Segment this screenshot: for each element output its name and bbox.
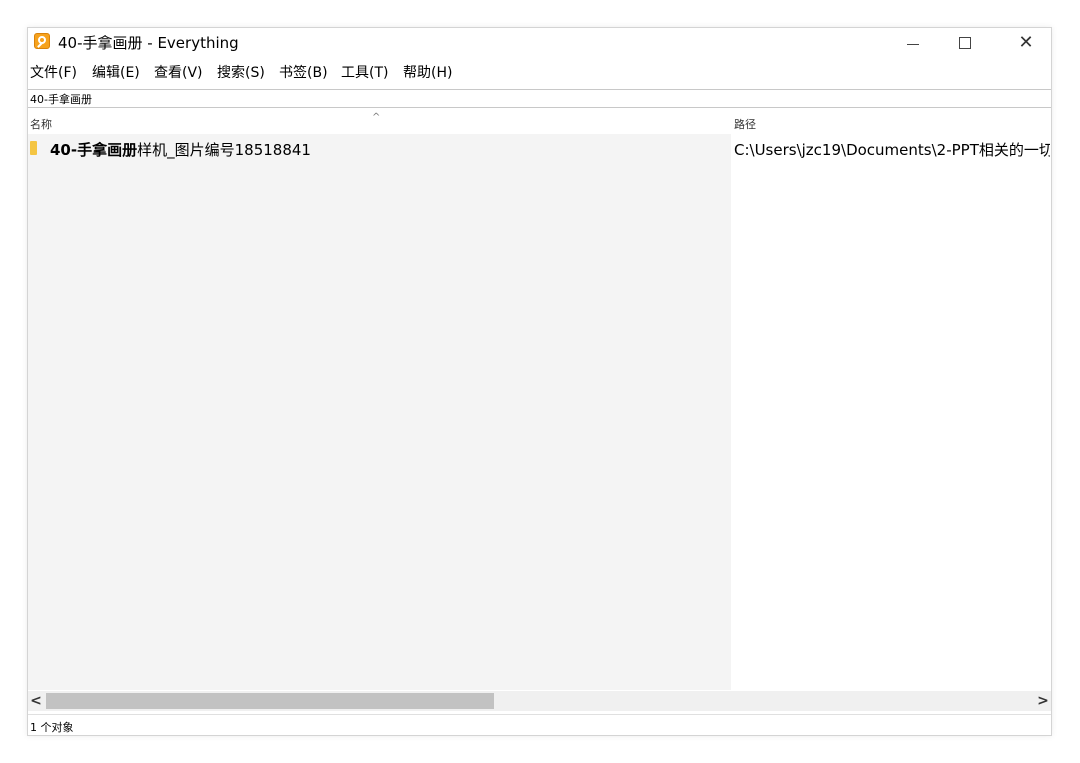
- column-header-path[interactable]: 路径: [734, 116, 756, 132]
- sort-ascending-icon: ^: [372, 112, 381, 123]
- minimize-icon: [907, 43, 919, 45]
- everything-search-icon: [34, 33, 50, 49]
- maximize-button[interactable]: [942, 28, 988, 58]
- menu-edit[interactable]: 编辑(E): [92, 62, 140, 82]
- result-path: C:\Users\jzc19\Documents\2-PPT相关的一切: [734, 141, 1050, 159]
- menu-tools[interactable]: 工具(T): [341, 62, 388, 82]
- scrollbar-thumb[interactable]: [46, 693, 494, 709]
- menu-view[interactable]: 查看(V): [154, 62, 203, 82]
- scroll-left-arrow-icon[interactable]: <: [28, 691, 44, 711]
- name-column-background: [28, 134, 731, 690]
- minimize-button[interactable]: [890, 28, 936, 58]
- result-name-rest: 样机_图片编号18518841: [137, 141, 311, 159]
- menu-file[interactable]: 文件(F): [30, 62, 77, 82]
- result-name: 40-手拿画册样机_图片编号18518841: [50, 139, 311, 160]
- maximize-icon: [959, 37, 971, 49]
- path-column-background: [731, 134, 1051, 690]
- folder-icon: [30, 141, 37, 155]
- column-header: 名称 ^ 路径: [28, 110, 1051, 134]
- title-bar[interactable]: 40-手拿画册 - Everything ✕: [28, 28, 1051, 58]
- search-input[interactable]: [30, 90, 930, 107]
- horizontal-scrollbar[interactable]: < >: [28, 691, 1051, 711]
- search-bar: [28, 89, 1051, 108]
- close-button[interactable]: ✕: [1003, 28, 1049, 58]
- column-header-name[interactable]: 名称: [30, 116, 52, 132]
- status-count: 1 个对象: [30, 721, 74, 734]
- menu-bookmarks[interactable]: 书签(B): [279, 62, 328, 82]
- everything-window: 40-手拿画册 - Everything ✕ 文件(F) 编辑(E) 查看(V)…: [27, 27, 1052, 736]
- menu-help[interactable]: 帮助(H): [403, 62, 452, 82]
- status-bar: 1 个对象: [28, 714, 1051, 735]
- menu-search[interactable]: 搜索(S): [217, 62, 265, 82]
- close-icon: ✕: [1018, 32, 1034, 53]
- window-title: 40-手拿画册 - Everything: [58, 34, 239, 52]
- result-name-match: 40-手拿画册: [50, 141, 138, 159]
- result-row[interactable]: 40-手拿画册样机_图片编号18518841 C:\Users\jzc19\Do…: [28, 138, 1051, 160]
- scroll-right-arrow-icon[interactable]: >: [1035, 691, 1051, 711]
- results-list[interactable]: 40-手拿画册样机_图片编号18518841 C:\Users\jzc19\Do…: [28, 134, 1051, 690]
